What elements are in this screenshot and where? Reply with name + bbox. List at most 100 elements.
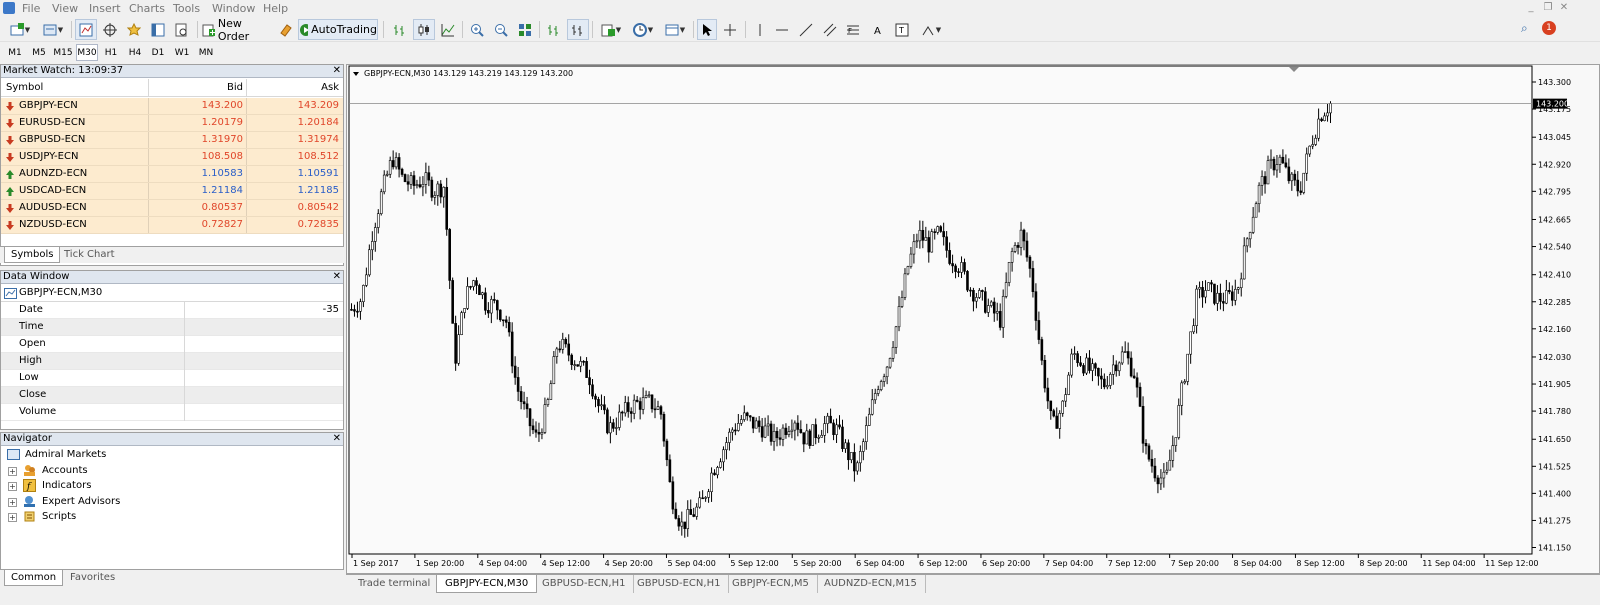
period-d1[interactable]: D1 — [147, 44, 169, 61]
menu-insert[interactable]: Insert — [89, 2, 121, 15]
y-tick-label: 142.920 — [1538, 160, 1571, 169]
candle-body — [585, 361, 588, 378]
table-row[interactable]: GBPJPY-ECN 143.200 143.209 — [1, 98, 343, 115]
indicators-button[interactable]: ▼ — [596, 19, 626, 40]
data-label: Low — [19, 372, 39, 383]
zoom-out-button[interactable] — [490, 19, 512, 40]
menu-window[interactable]: Window — [212, 2, 255, 15]
terminal-toggle[interactable] — [147, 19, 169, 40]
arrows-button[interactable]: ▼ — [917, 19, 945, 40]
table-row[interactable]: USDCAD-ECN 1.21184 1.21185 — [1, 183, 343, 200]
chart-menu-icon[interactable] — [353, 72, 359, 76]
text-label-button[interactable]: T — [892, 19, 912, 40]
col-bid[interactable]: Bid — [227, 82, 243, 93]
new-order-button[interactable]: New Order — [201, 17, 273, 43]
candle-body — [1126, 351, 1130, 359]
search-icon[interactable]: ⌕ — [1521, 21, 1528, 36]
tab-gbpusd-h1-2[interactable]: GBPUSD-ECN,H1 — [629, 575, 730, 593]
profiles-button[interactable]: ▼ — [38, 19, 68, 40]
candlestick-chart[interactable]: 143.300143.175143.045142.920142.795142.6… — [347, 65, 1599, 573]
navigator-toggle[interactable] — [123, 19, 145, 40]
period-m1[interactable]: M1 — [4, 44, 26, 61]
vertical-line-button[interactable] — [750, 19, 770, 40]
close-icon[interactable]: ✕ — [333, 271, 341, 283]
menu-view[interactable]: View — [52, 2, 78, 15]
data-row: Date -35 — [1, 302, 343, 319]
periods-button[interactable]: ▼ — [628, 19, 658, 40]
crosshair-button[interactable] — [719, 19, 741, 40]
cursor-button[interactable] — [697, 19, 717, 40]
period-w1[interactable]: W1 — [171, 44, 193, 61]
period-m15[interactable]: M15 — [52, 44, 74, 61]
period-m5[interactable]: M5 — [28, 44, 50, 61]
navigator-title: Navigator — [3, 433, 52, 444]
candlestick-button[interactable] — [413, 19, 435, 40]
close-icon[interactable]: ✕ — [333, 65, 341, 77]
tab-gbpjpy-m30[interactable]: GBPJPY-ECN,M30 — [436, 575, 538, 593]
menu-help[interactable]: Help — [263, 2, 288, 15]
table-row[interactable]: NZDUSD-ECN 0.72827 0.72835 — [1, 217, 343, 234]
line-chart-button[interactable] — [437, 19, 459, 40]
table-row[interactable]: AUDNZD-ECN 1.10583 1.10591 — [1, 166, 343, 183]
data-window-toggle[interactable] — [99, 19, 121, 40]
notification-badge[interactable]: 1 — [1542, 21, 1556, 35]
tab-gbpusd-h1[interactable]: GBPUSD-ECN,H1 — [534, 575, 635, 593]
horizontal-line-button[interactable] — [772, 19, 792, 40]
candle-body — [448, 229, 451, 281]
autotrading-button[interactable]: AutoTrading — [298, 19, 378, 40]
market-watch-toggle[interactable] — [75, 19, 97, 40]
minimize-icon[interactable]: _ — [1524, 1, 1538, 15]
channel-button[interactable] — [820, 19, 840, 40]
period-mn[interactable]: MN — [195, 44, 217, 61]
expand-accounts-icon[interactable]: + — [8, 467, 17, 476]
zoom-in-button[interactable] — [466, 19, 488, 40]
expand-indicators-icon[interactable]: + — [8, 482, 17, 491]
tab-favorites[interactable]: Favorites — [64, 570, 121, 586]
tile-windows-button[interactable] — [514, 19, 536, 40]
candle-body — [1287, 166, 1291, 182]
table-row[interactable]: EURUSD-ECN 1.20179 1.20184 — [1, 115, 343, 132]
period-h4[interactable]: H4 — [124, 44, 146, 61]
period-h1[interactable]: H1 — [100, 44, 122, 61]
fibonacci-button[interactable]: F — [843, 19, 863, 40]
period-toolbar: M1 M5 M15 M30 H1 H4 D1 W1 MN — [0, 43, 1600, 62]
candle-body — [978, 290, 981, 298]
bar-chart-button[interactable] — [389, 19, 411, 40]
tab-symbols[interactable]: Symbols — [4, 247, 61, 263]
table-row[interactable]: USDJPY-ECN 108.508 108.512 — [1, 149, 343, 166]
tab-tick-chart[interactable]: Tick Chart — [58, 247, 121, 263]
metaeditor-button[interactable] — [276, 19, 296, 40]
data-row: Time — [1, 319, 343, 336]
menu-charts[interactable]: Charts — [129, 2, 165, 15]
trendline-button[interactable] — [796, 19, 816, 40]
expand-expert-advisors-icon[interactable]: + — [8, 498, 17, 507]
nav-indicators[interactable]: f Indicators — [23, 478, 91, 493]
menu-tools[interactable]: Tools — [173, 2, 200, 15]
tab-common[interactable]: Common — [4, 570, 64, 586]
col-symbol[interactable]: Symbol — [6, 82, 43, 93]
chart-shift-button[interactable] — [567, 19, 589, 40]
table-row[interactable]: GBPUSD-ECN 1.31970 1.31974 — [1, 132, 343, 149]
nav-scripts[interactable]: Scripts — [23, 509, 76, 524]
tab-gbpjpy-m5[interactable]: GBPJPY-ECN,M5 — [724, 575, 818, 593]
close-icon[interactable]: ✕ — [333, 433, 341, 445]
close-icon[interactable]: ✕ — [1557, 1, 1571, 15]
tab-audnzd-m15[interactable]: AUDNZD-ECN,M15 — [816, 575, 926, 593]
strategy-tester-toggle[interactable] — [171, 19, 193, 40]
nav-accounts[interactable]: Accounts — [23, 463, 88, 478]
expand-scripts-icon[interactable]: + — [8, 513, 17, 522]
table-row[interactable]: AUDUSD-ECN 0.80537 0.80542 — [1, 200, 343, 217]
nav-root[interactable]: Admiral Markets — [7, 447, 106, 462]
auto-scroll-button[interactable] — [543, 19, 565, 40]
nav-expert-advisors[interactable]: Expert Advisors — [23, 494, 120, 509]
new-chart-button[interactable]: ▼ — [4, 19, 36, 40]
menu-file[interactable]: File — [22, 2, 40, 15]
text-button[interactable]: A — [868, 19, 888, 40]
restore-icon[interactable]: ❐ — [1541, 1, 1555, 15]
col-ask[interactable]: Ask — [321, 82, 339, 93]
tab-trade-terminal[interactable]: Trade terminal — [350, 575, 440, 593]
candle-body — [1329, 103, 1332, 114]
templates-button[interactable]: ▼ — [660, 19, 690, 40]
period-m30[interactable]: M30 — [76, 44, 98, 61]
chart-window[interactable]: 143.300 143.175 143.045 142.920 142.795 142.6… — [346, 64, 1600, 574]
